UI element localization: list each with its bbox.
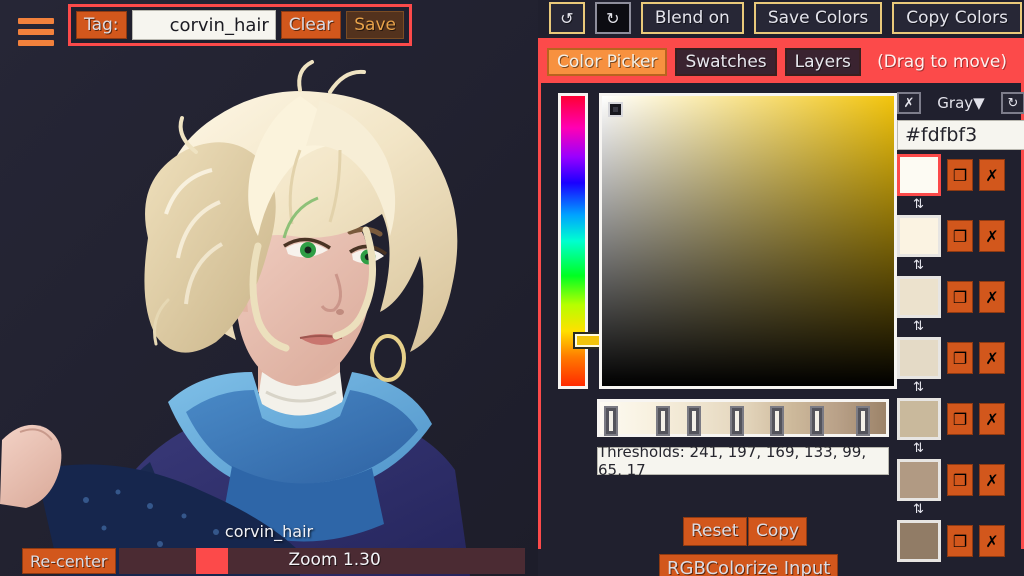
swatch-row: ❐ ✗ (897, 275, 1024, 319)
tag-save-button[interactable]: Save (346, 10, 404, 40)
gradient-ramp[interactable] (597, 399, 889, 437)
zoom-slider[interactable]: Zoom 1.30 (118, 548, 525, 574)
gradient-threshold-handle-0[interactable] (604, 406, 619, 436)
bottom-bar: Re-center Zoom 1.30 (0, 546, 538, 576)
swatch-color-0[interactable] (897, 154, 941, 196)
tab-layers[interactable]: Layers (784, 48, 861, 76)
color-picker-panel: Color Picker Swatches Layers (Drag to mo… (538, 38, 1024, 576)
copy-colors-button[interactable]: Copy Colors (892, 2, 1022, 34)
tab-swatches[interactable]: Swatches (675, 48, 777, 76)
swatch-row: ❐ ✗ (897, 397, 1024, 441)
gradient-threshold-handle-1[interactable] (655, 406, 670, 436)
redo-icon[interactable]: ↻ (594, 2, 631, 34)
tag-input[interactable]: corvin_hair (131, 10, 276, 40)
thresholds-readout: Thresholds: 241, 197, 169, 133, 99, 65, … (597, 443, 889, 479)
tag-label-button[interactable]: Tag: (76, 10, 127, 40)
swatch-copy-icon-1[interactable]: ❐ (947, 220, 973, 252)
rgbcolorize-input-button[interactable]: RGBColorize Input (659, 554, 839, 576)
swatch-swap-icon-1[interactable]: ⇅ (897, 197, 1024, 212)
saturation-value-cursor[interactable] (607, 101, 623, 117)
image-caption: corvin_hair (224, 522, 314, 541)
swatch-delete-icon-4[interactable]: ✗ (979, 403, 1005, 435)
tag-clear-button[interactable]: Clear (280, 10, 342, 40)
swatch-color-2[interactable] (897, 276, 941, 318)
top-toolbar: ↺ ↻ Blend on Save Colors Copy Colors (547, 0, 1024, 36)
gradient-threshold-handle-2[interactable] (687, 406, 702, 436)
image-canvas[interactable] (0, 0, 538, 576)
save-colors-button[interactable]: Save Colors (753, 2, 883, 34)
swatch-row: ❐ ✗ (897, 214, 1024, 258)
blend-toggle-button[interactable]: Blend on (640, 2, 744, 34)
hex-color-input[interactable]: #fdfbf3 (897, 120, 1024, 150)
character-portrait-artwork (0, 0, 538, 576)
reset-button[interactable]: Reset (683, 517, 747, 546)
swatch-delete-icon-0[interactable]: ✗ (979, 159, 1005, 191)
swatch-swap-icon-5[interactable]: ⇅ (897, 441, 1024, 456)
copy-button[interactable]: Copy (748, 517, 808, 546)
hamburger-bar (18, 40, 54, 46)
swatch-swap-icon-2[interactable]: ⇅ (897, 258, 1024, 273)
clear-swatches-icon[interactable]: ✗ (897, 92, 921, 114)
refresh-palette-icon[interactable]: ↻ (1001, 92, 1024, 114)
swatch-color-3[interactable] (897, 337, 941, 379)
swatch-column: ✗ Gray▼ ↻ #fdfbf3 ❐ ✗ ⇅ ❐ ✗ ⇅ ❐ ✗ ⇅ ❐ ✗ ⇅ ❐ ✗ ⇅ ❐ ✗ ⇅ ❐ ✗ (897, 91, 1024, 562)
swatch-row: ❐ ✗ (897, 519, 1024, 563)
tag-bar: Tag: corvin_hair Clear Save (68, 4, 412, 46)
swatch-delete-icon-5[interactable]: ✗ (979, 464, 1005, 496)
swatch-list: ❐ ✗ ⇅ ❐ ✗ ⇅ ❐ ✗ ⇅ ❐ ✗ ⇅ ❐ ✗ ⇅ ❐ ✗ ⇅ ❐ ✗ (897, 153, 1024, 563)
swatch-row: ❐ ✗ (897, 336, 1024, 380)
swatch-delete-icon-1[interactable]: ✗ (979, 220, 1005, 252)
swatch-copy-icon-4[interactable]: ❐ (947, 403, 973, 435)
swatch-swap-icon-3[interactable]: ⇅ (897, 319, 1024, 334)
swatch-row: ❐ ✗ (897, 153, 1024, 197)
swatch-copy-icon-5[interactable]: ❐ (947, 464, 973, 496)
swatch-copy-icon-6[interactable]: ❐ (947, 525, 973, 557)
app-root: Tag: corvin_hair Clear Save ↺ ↻ Blend on… (0, 0, 1024, 576)
zoom-level-label: Zoom 1.30 (288, 550, 381, 570)
hue-slider[interactable] (558, 93, 613, 389)
panel-body: Thresholds: 241, 197, 169, 133, 99, 65, … (541, 83, 1024, 576)
swatch-color-4[interactable] (897, 398, 941, 440)
palette-mode-dropdown[interactable]: Gray▼ (925, 94, 997, 112)
swatch-copy-icon-0[interactable]: ❐ (947, 159, 973, 191)
swatch-delete-icon-3[interactable]: ✗ (979, 342, 1005, 374)
zoom-slider-handle[interactable] (195, 548, 228, 574)
gradient-threshold-handle-5[interactable] (810, 406, 825, 436)
gradient-threshold-handle-4[interactable] (770, 406, 785, 436)
tab-color-picker[interactable]: Color Picker (547, 48, 668, 76)
swatch-delete-icon-6[interactable]: ✗ (979, 525, 1005, 557)
swatch-copy-icon-3[interactable]: ❐ (947, 342, 973, 374)
undo-icon[interactable]: ↺ (548, 2, 585, 34)
swatch-column-header: ✗ Gray▼ ↻ (897, 91, 1024, 115)
swatch-color-5[interactable] (897, 459, 941, 501)
drag-to-move-hint: (Drag to move) (877, 52, 1007, 72)
swatch-color-1[interactable] (897, 215, 941, 257)
swatch-color-6[interactable] (897, 520, 941, 562)
swatch-row: ❐ ✗ (897, 458, 1024, 502)
gradient-threshold-handle-3[interactable] (730, 406, 745, 436)
hamburger-bar (18, 29, 54, 35)
swatch-copy-icon-2[interactable]: ❐ (947, 281, 973, 313)
swatch-swap-icon-4[interactable]: ⇅ (897, 380, 1024, 395)
swatch-delete-icon-2[interactable]: ✗ (979, 281, 1005, 313)
hamburger-bar (18, 18, 54, 24)
re-center-button[interactable]: Re-center (22, 548, 116, 574)
panel-header-dragbar[interactable]: Color Picker Swatches Layers (Drag to mo… (541, 41, 1021, 83)
hamburger-menu-icon[interactable] (18, 16, 54, 48)
gradient-threshold-handle-6[interactable] (856, 406, 871, 436)
saturation-value-square[interactable] (599, 93, 897, 389)
swatch-swap-icon-6[interactable]: ⇅ (897, 502, 1024, 517)
